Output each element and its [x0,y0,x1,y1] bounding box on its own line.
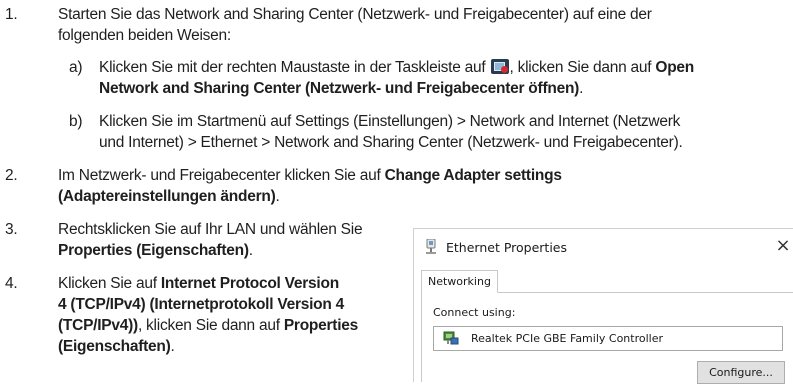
bold-term: Open [655,59,695,76]
substep-text-line: Klicken Sie mit der rechten Maustaste in… [99,57,694,79]
text-segment: , klicken Sie dann auf [509,59,656,76]
bold-term: 4 (TCP/IPv4) (Internetprotokoll Version … [58,296,345,313]
step-text-line: Klicken Sie auf Internet Protocol Versio… [58,273,339,295]
networking-panel: Connect using: Realtek PCIe GBE Family C… [421,292,793,384]
substep-letter: a) [69,59,83,76]
bold-term: (Adaptereinstellungen ändern) [58,188,276,205]
bold-term: Network and Sharing Center (Netzwerk- un… [99,80,580,97]
text-segment: Klicken Sie auf [58,275,161,292]
network-adapter-icon [443,331,459,345]
step-text-line: Starten Sie das Network and Sharing Cent… [58,6,652,23]
text-segment: . [248,242,253,259]
text-segment: . [275,188,280,205]
step-text-line: folgenden beiden Weisen: [58,27,231,44]
network-adapter-icon [426,239,436,254]
adapter-field: Realtek PCIe GBE Family Controller [433,326,783,351]
network-tray-icon [490,59,509,74]
step-text-line: (TCP/IPv4)), klicken Sie dann auf Proper… [58,315,358,337]
tab-networking[interactable]: Networking [421,270,498,293]
bold-term: Change Adapter settings [384,167,562,184]
text-segment: . [170,338,175,355]
connect-using-label: Connect using: [433,306,516,319]
substep-text-line: Network and Sharing Center (Netzwerk- un… [99,78,583,100]
step-text-line: Properties (Eigenschaften). [58,240,253,262]
text-segment: Im Netzwerk- und Freigabecenter klicken … [58,167,385,184]
step-number: 1. [5,6,18,23]
bold-term: Internet Protocol Version [160,275,339,292]
instruction-document: 1. Starten Sie das Network and Sharing C… [0,0,793,384]
step-text-line: Im Netzwerk- und Freigabecenter klicken … [58,165,562,187]
text-segment: , klicken Sie dann auf [137,317,284,334]
ethernet-properties-dialog: Ethernet Properties × Networking Connect… [413,228,793,384]
text-segment: . [579,80,584,97]
step-number: 2. [5,167,18,184]
step-text-line: (Eigenschaften). [58,336,175,358]
step-text-line: Rechtsklicken Sie auf Ihr LAN und wählen… [58,221,363,238]
bold-term: Properties [283,317,359,334]
bold-term: (Eigenschaften) [58,338,171,355]
substep-letter: b) [69,113,83,130]
dialog-title: Ethernet Properties [446,240,567,255]
step-text-line: 4 (TCP/IPv4) (Internetprotokoll Version … [58,294,344,316]
close-button[interactable]: × [772,235,793,257]
bold-term: (TCP/IPv4)) [58,317,138,334]
dialog-titlebar: Ethernet Properties × [414,229,793,263]
bold-term: Properties (Eigenschaften) [58,242,249,259]
substep-text-line: und Internet) > Ethernet > Network and S… [99,134,683,151]
adapter-name: Realtek PCIe GBE Family Controller [471,332,664,345]
substep-text-line: Klicken Sie im Startmenü auf Settings (E… [99,113,681,130]
step-number: 4. [5,275,18,292]
step-text-line: (Adaptereinstellungen ändern). [58,186,280,208]
tab-strip: Networking [421,270,793,293]
text-segment: Klicken Sie mit der rechten Maustaste in… [99,59,486,76]
step-number: 3. [5,221,18,238]
